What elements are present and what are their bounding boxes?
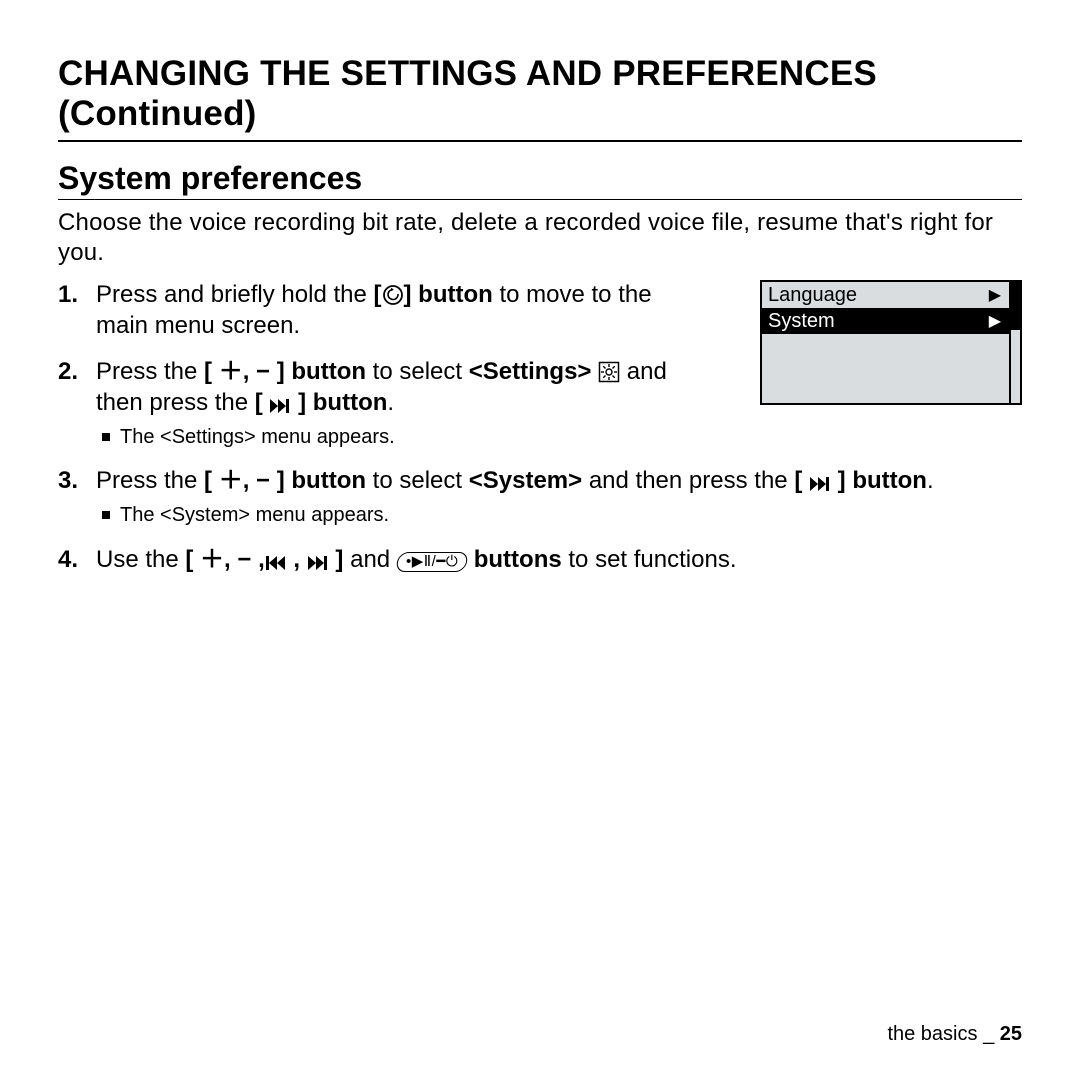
device-menu-item-system: System ▶ [762, 308, 1009, 334]
next-track-icon [269, 398, 291, 414]
footer-section: the basics [887, 1023, 977, 1045]
text: and [343, 546, 396, 573]
chevron-right-icon: ▶ [989, 285, 1001, 305]
scrollbar-track [1011, 330, 1020, 403]
next-button-label: [ ] button [794, 467, 927, 494]
footer-separator: _ [983, 1023, 994, 1045]
device-screen: Language ▶ System ▶ [760, 280, 1022, 405]
text: Use the [96, 546, 185, 573]
text: Press and briefly hold the [96, 281, 374, 308]
chevron-right-icon: ▶ [989, 311, 1001, 331]
bullet-square-icon [102, 511, 110, 519]
device-menu-list: Language ▶ System ▶ [762, 282, 1009, 403]
settings-gear-icon [598, 361, 620, 383]
nav-buttons-label: [ ＋, − , , ] [185, 546, 343, 573]
device-menu-item-language: Language ▶ [762, 282, 1009, 308]
settings-label: <Settings> [469, 358, 592, 385]
manual-page: CHANGING THE SETTINGS AND PREFERENCES (C… [0, 0, 1080, 1080]
plus-minus-button-label: [ ＋, − ] button [204, 467, 366, 494]
body-row: Language ▶ System ▶ Press and briefly ho… [58, 280, 1022, 576]
section-heading: System preferences [58, 160, 1022, 200]
sub-text: The <System> menu appears. [120, 503, 389, 529]
text: . [927, 467, 934, 494]
step-2: Press the [ ＋, − ] button to select <Set… [58, 357, 696, 450]
step-1: Press and briefly hold the [] button to … [58, 280, 696, 341]
text: Press the [96, 467, 204, 494]
intro-paragraph: Choose the voice recording bit rate, del… [58, 208, 1022, 268]
page-title: CHANGING THE SETTINGS AND PREFERENCES (C… [58, 54, 1022, 142]
step-4: Use the [ ＋, − , , ] and •▶Ⅱ/━⏻ buttons … [58, 545, 1022, 576]
plus-minus-button-label: [ ＋, − ] button [204, 358, 366, 385]
next-button-label: [ ] button [255, 389, 388, 416]
device-menu-label: System [768, 310, 835, 333]
bullet-square-icon [102, 433, 110, 441]
text-bold: [] button [374, 281, 493, 308]
text: . [387, 389, 394, 416]
page-footer: the basics _ 25 [887, 1023, 1022, 1046]
step-2-sub: The <Settings> menu appears. [96, 425, 696, 451]
text: and then press the [582, 467, 794, 494]
device-menu-label: Language [768, 284, 857, 307]
system-label: <System> [469, 467, 582, 494]
text-bold: buttons [474, 546, 562, 573]
prev-track-icon [265, 555, 287, 571]
text: to select [366, 358, 469, 385]
text: to select [366, 467, 469, 494]
back-circle-icon [382, 284, 404, 306]
scrollbar-thumb [1011, 282, 1020, 330]
next-track-icon [809, 476, 831, 492]
step-3-sub: The <System> menu appears. [96, 503, 1022, 529]
text: Press the [96, 358, 204, 385]
text: to set functions. [562, 546, 737, 573]
device-scrollbar [1009, 282, 1020, 403]
play-pause-power-button-icon: •▶Ⅱ/━⏻ [395, 552, 469, 572]
next-track-icon [307, 555, 329, 571]
step-3: Press the [ ＋, − ] button to select <Sys… [58, 466, 1022, 528]
sub-text: The <Settings> menu appears. [120, 425, 395, 451]
page-number: 25 [1000, 1023, 1022, 1045]
